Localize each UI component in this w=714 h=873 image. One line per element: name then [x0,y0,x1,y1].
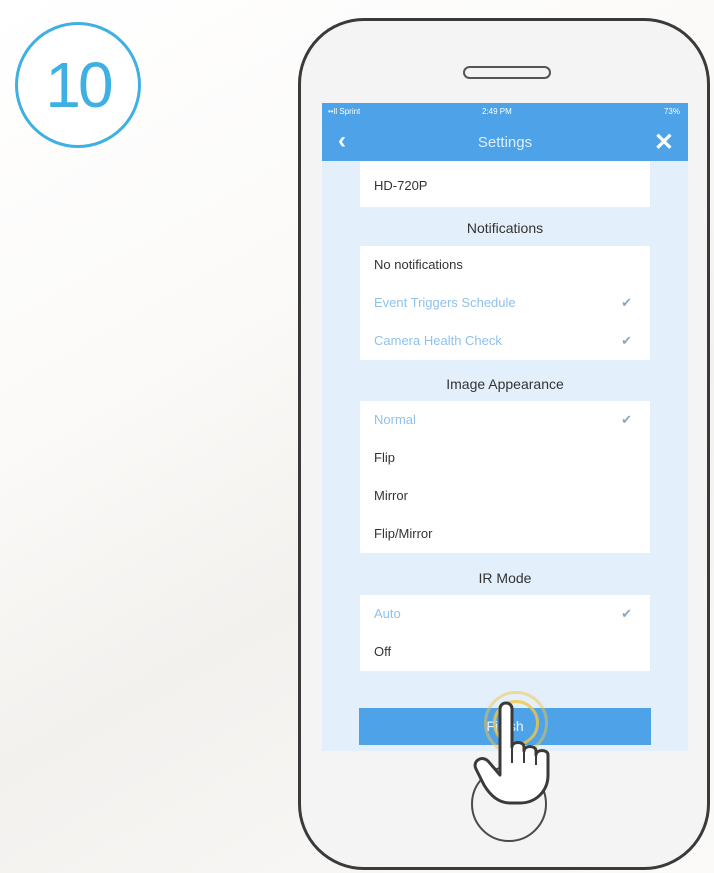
option-label: Flip [374,450,395,465]
step-number-badge: 10 [15,22,141,148]
appearance-option-flip[interactable]: Flip [360,439,650,477]
option-label: Off [374,644,392,659]
checkmark-icon: ✔ [621,412,632,427]
option-label: Normal [374,412,416,427]
step-number: 10 [45,49,113,121]
appearance-option-mirror[interactable]: Mirror [360,477,650,515]
notification-option-event-schedule[interactable]: Event Triggers Schedule ✔ [360,284,650,322]
carrier-signal: ••ll Sprint [328,107,361,116]
image-appearance-card: Normal ✔ Flip Mirror Flip/Mirror [360,401,650,553]
option-label: Event Triggers Schedule [374,295,516,310]
ir-option-auto[interactable]: Auto ✔ [360,595,650,633]
ir-mode-card: Auto ✔ Off [360,595,650,671]
battery-level: 73% [663,107,680,116]
phone-screen: ••ll Sprint 2:49 PM 73% ‹ Settings ✕ HD-… [322,103,688,751]
checkmark-icon: ✔ [621,295,632,310]
notifications-card: No notifications Event Triggers Schedule… [360,246,650,360]
option-label: Auto [374,606,401,621]
status-bar: ••ll Sprint 2:49 PM 73% [322,103,688,121]
ir-mode-title: IR Mode [478,570,532,586]
close-icon[interactable]: ✕ [654,128,674,157]
option-label: Flip/Mirror [374,526,433,541]
nav-bar: ‹ Settings ✕ [322,121,688,161]
speaker-grille [463,66,551,79]
resolution-card: HD-720P [360,161,650,207]
checkmark-icon: ✔ [621,606,632,621]
notification-option-health-check[interactable]: Camera Health Check ✔ [360,322,650,360]
option-label: Mirror [374,488,408,503]
page-title: Settings [477,134,533,151]
option-label: No notifications [374,257,463,272]
option-label: Camera Health Check [374,333,502,348]
notification-option-none[interactable]: No notifications [360,246,650,284]
resolution-option[interactable]: HD-720P [360,161,650,207]
pointing-hand-icon [473,701,550,805]
image-appearance-title: Image Appearance [446,376,564,392]
checkmark-icon: ✔ [621,333,632,348]
status-time: 2:49 PM [482,107,512,116]
appearance-option-normal[interactable]: Normal ✔ [360,401,650,439]
ir-option-off[interactable]: Off [360,633,650,671]
resolution-label: HD-720P [374,178,428,193]
appearance-option-flip-mirror[interactable]: Flip/Mirror [360,515,650,553]
notifications-title: Notifications [466,220,544,236]
